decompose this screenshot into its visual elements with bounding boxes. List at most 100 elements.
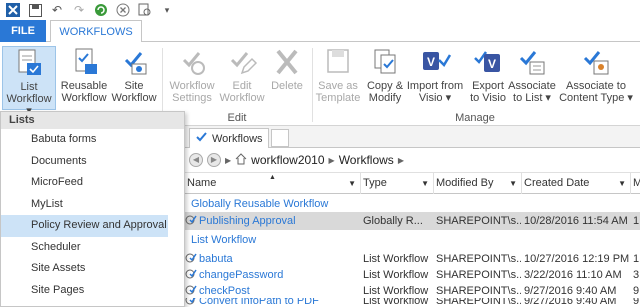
home-icon[interactable] [235, 152, 247, 168]
sort-asc-icon: ▲ [269, 174, 276, 181]
menu-item-site-assets[interactable]: Site Assets [1, 258, 184, 280]
associate-list-icon [516, 46, 548, 78]
menu-item-documents[interactable]: Documents [1, 151, 184, 173]
refresh-icon[interactable] [92, 2, 110, 18]
reusable-workflow-label-1: Reusable [60, 80, 108, 92]
filter-dropdown-icon[interactable]: ▼ [509, 173, 517, 194]
tab-workflows[interactable]: WORKFLOWS [50, 20, 142, 43]
row-name-text[interactable]: Publishing Approval [199, 215, 296, 227]
export-visio-icon: V [472, 46, 504, 78]
column-created-date-label: Created Date [524, 177, 590, 189]
breadcrumb-root[interactable]: workflow2010 [251, 153, 324, 167]
save-as-template-label-2: Template [315, 92, 361, 104]
delete-label: Delete [271, 80, 303, 92]
column-type-label: Type [363, 177, 387, 189]
customize-toolbar-icon[interactable]: ▾ [158, 2, 176, 18]
tab-file[interactable]: FILE [0, 20, 46, 42]
associate-to-list-button[interactable]: Associate to List ▾ [508, 46, 556, 110]
import-from-visio-label-2: Visio ▾ [418, 92, 452, 104]
svg-text:V: V [488, 57, 496, 71]
edit-workflow-icon [226, 46, 258, 78]
import-visio-icon: V [419, 46, 452, 78]
copy-modify-icon [369, 46, 401, 78]
row-name: Publishing Approval [185, 212, 361, 230]
column-modified-by[interactable]: Modified By ▼ [434, 173, 522, 194]
edit-workflow-button[interactable]: Edit Workflow [218, 46, 266, 110]
workflow-settings-label-1: Workflow [169, 80, 215, 92]
reusable-workflow-button[interactable]: Reusable Workflow [58, 46, 110, 110]
row-m: 1 [633, 215, 640, 227]
lists-menu-header: Lists [1, 112, 184, 129]
copy-modify-button[interactable]: Copy & Modify [362, 46, 408, 110]
preview-icon[interactable] [136, 2, 154, 18]
row-name-text[interactable]: checkPost [199, 285, 250, 297]
new-tab-icon[interactable] [271, 129, 289, 147]
column-name[interactable]: Name ▼ ▲ [185, 173, 361, 194]
associate-to-content-type-label-2: Content Type ▾ [559, 92, 633, 104]
sharepoint-designer-icon [4, 2, 22, 18]
back-icon[interactable]: ◀ [189, 153, 203, 167]
copy-modify-label-1: Copy & [366, 80, 404, 92]
copy-modify-label-2: Modify [368, 92, 402, 104]
row-modified-by: SHAREPOINT\s... [436, 215, 521, 227]
menu-item-policy-review[interactable]: Policy Review and Approval [1, 215, 168, 237]
filter-dropdown-icon[interactable]: ▼ [618, 173, 626, 194]
import-from-visio-button[interactable]: V Import from Visio ▾ [404, 46, 466, 110]
table-row[interactable]: Publishing Approval Globally R... SHAREP… [185, 212, 640, 230]
breadcrumb-current[interactable]: Workflows [339, 153, 394, 167]
row-type: Globally R... [363, 215, 423, 227]
list-workflow-icon [13, 47, 45, 79]
site-workflow-label-1: Site [124, 80, 144, 92]
delete-button[interactable]: Delete [266, 46, 308, 110]
lists-dropdown-menu: Lists Babuta forms Documents MicroFeed M… [0, 111, 185, 307]
filter-dropdown-icon[interactable]: ▼ [348, 173, 356, 194]
row-name-text[interactable]: babuta [199, 253, 233, 265]
workflow-icon [185, 298, 197, 306]
column-type[interactable]: Type ▼ [361, 173, 434, 194]
menu-item-microfeed[interactable]: MicroFeed [1, 172, 184, 194]
site-workflow-label-2: Workflow [111, 92, 157, 104]
import-from-visio-label-1: Import from [406, 80, 464, 92]
chevron-right-icon: ▶ [397, 155, 404, 165]
export-to-visio-label-1: Export [472, 80, 504, 92]
site-workflow-button[interactable]: Site Workflow [110, 46, 158, 110]
row-created: 9/27/2016 9:40 AM [524, 298, 617, 307]
forward-icon[interactable]: ▶ [207, 153, 221, 167]
stop-icon[interactable] [114, 2, 132, 18]
ribbon-tabs: FILE WORKFLOWS [0, 20, 640, 43]
workflow-settings-button[interactable]: Workflow Settings [166, 46, 218, 110]
group-globally-reusable: Globally Reusable Workflow [191, 198, 329, 210]
tab-workflows-doc[interactable]: Workflows [189, 128, 269, 148]
workflow-settings-icon [176, 46, 208, 78]
filter-dropdown-icon[interactable]: ▼ [421, 173, 429, 194]
table-row[interactable]: Convert InfoPath to PDF List Workflow SH… [185, 298, 640, 307]
associate-to-content-type-button[interactable]: Associate to Content Type ▾ [556, 46, 636, 110]
save-as-template-label-1: Save as [318, 80, 358, 92]
list-workflow-button[interactable]: List Workflow ▾ [2, 46, 56, 117]
workflows-tab-icon [196, 131, 208, 146]
save-icon[interactable] [26, 2, 44, 18]
chevron-right-icon: ▶ [225, 155, 232, 165]
menu-item-site-pages[interactable]: Site Pages [1, 280, 184, 302]
document-tabs: Workflows [185, 126, 640, 148]
reusable-workflow-icon [68, 46, 100, 78]
row-name-text[interactable]: changePassword [199, 269, 283, 281]
menu-item-scheduler[interactable]: Scheduler [1, 237, 184, 259]
redo-icon[interactable]: ↷ [70, 2, 88, 18]
save-as-template-button[interactable]: Save as Template [314, 46, 362, 110]
menu-item-mylist[interactable]: MyList [1, 194, 184, 216]
chevron-right-icon: ▶ [328, 155, 335, 165]
workflow-icon [185, 268, 197, 280]
column-created-date[interactable]: Created Date ▼ [522, 173, 631, 194]
export-to-visio-label-2: to Visio [470, 92, 506, 104]
column-modified-by-label: Modified By [436, 177, 494, 189]
column-m[interactable]: M [631, 173, 640, 194]
menu-item-babuta-forms[interactable]: Babuta forms [1, 129, 184, 151]
group-edit-label: Edit [227, 112, 247, 124]
associate-content-type-icon [580, 46, 612, 78]
export-to-visio-button[interactable]: V Export to Visio [466, 46, 510, 110]
row-name-text[interactable]: Convert InfoPath to PDF [199, 298, 319, 307]
delete-icon [271, 46, 303, 78]
undo-icon[interactable]: ↶ [48, 2, 66, 18]
workflow-icon [185, 252, 197, 264]
